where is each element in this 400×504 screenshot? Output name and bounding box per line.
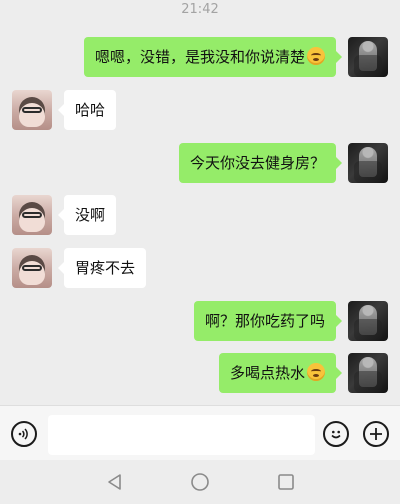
my-avatar[interactable] <box>348 353 388 393</box>
message-bubble[interactable]: 哈哈 <box>57 90 117 130</box>
recents-square-icon[interactable] <box>276 472 296 492</box>
message-bubble[interactable]: 没啊 <box>57 195 117 235</box>
contact-avatar[interactable] <box>12 195 52 235</box>
my-avatar[interactable] <box>348 37 388 77</box>
contact-avatar[interactable] <box>12 90 52 130</box>
status-time: 21:42 <box>181 2 219 17</box>
message-bubble[interactable]: 今天你没去健身房？ <box>178 143 343 183</box>
message-bubble[interactable]: 嗯嗯，没错，是我没和你说清楚 <box>83 37 343 77</box>
message-input[interactable] <box>48 415 315 455</box>
emoji-icon <box>331 430 341 439</box>
emoji-button[interactable] <box>323 421 349 447</box>
message-input-bar <box>0 405 400 461</box>
my-avatar[interactable] <box>348 143 388 183</box>
message-bubble[interactable]: 啊？那你吃药了吗 <box>193 301 343 341</box>
message-text: 嗯嗯，没错，是我没和你说清楚 <box>94 48 305 66</box>
system-nav-bar <box>0 460 400 504</box>
message-text: 多喝点热水 <box>229 364 305 382</box>
back-triangle-icon[interactable] <box>105 472 125 492</box>
message-text: 今天你没去健身房？ <box>189 154 325 172</box>
message-bubble[interactable]: 胃疼不去 <box>57 248 147 288</box>
more-button[interactable] <box>363 421 389 447</box>
awkward-smile-emoji-icon <box>307 363 325 381</box>
contact-avatar[interactable] <box>12 248 52 288</box>
voice-button[interactable] <box>11 421 37 447</box>
my-avatar[interactable] <box>348 301 388 341</box>
home-circle-icon[interactable] <box>190 472 210 492</box>
message-text: 哈哈 <box>75 101 106 119</box>
message-text: 啊？那你吃药了吗 <box>204 312 325 330</box>
awkward-smile-emoji-icon <box>307 47 325 65</box>
message-text: 没啊 <box>75 206 106 224</box>
plus-icon <box>370 428 382 440</box>
voice-icon <box>18 428 28 440</box>
message-text: 胃疼不去 <box>75 259 136 277</box>
message-bubble[interactable]: 多喝点热水 <box>218 353 343 393</box>
